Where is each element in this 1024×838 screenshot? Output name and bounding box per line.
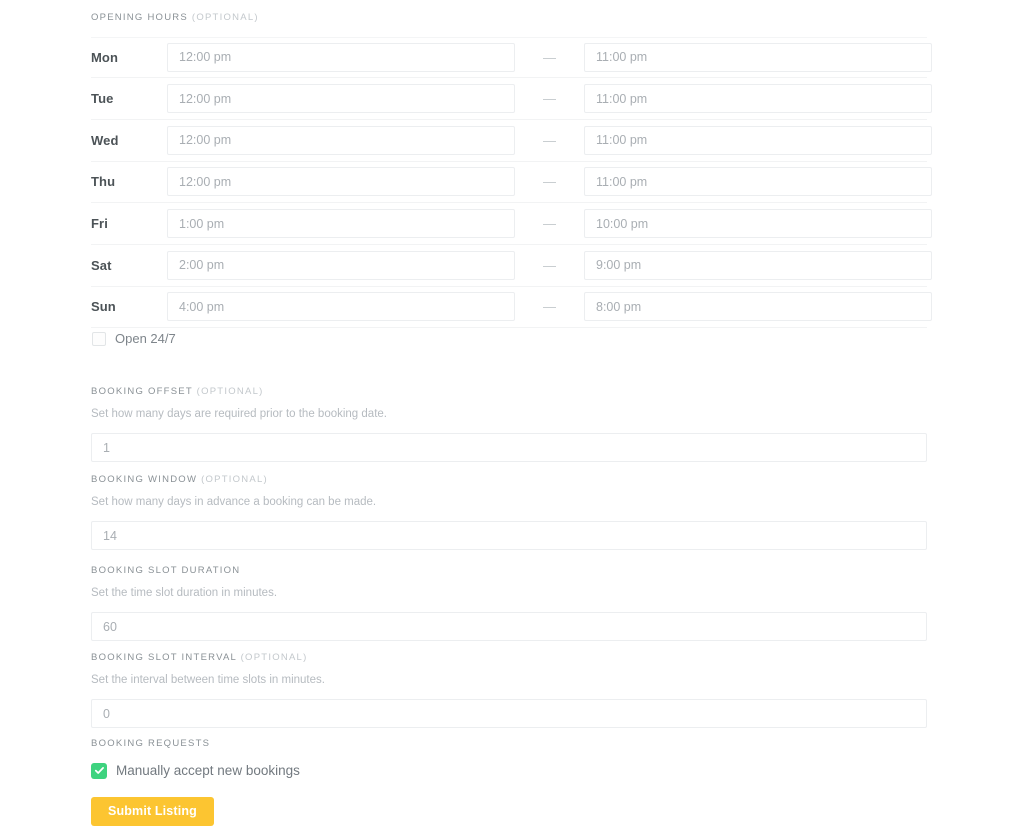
time-range-dash: — [543,174,556,190]
close-time-input-fri[interactable] [584,209,932,239]
table-row: Sun — [91,287,932,329]
booking-slot-duration-label: BOOKING SLOT DURATION [91,566,927,576]
open-time-input-sat[interactable] [167,250,515,280]
checkbox-checked-icon[interactable] [91,762,107,779]
day-label-fri: Fri [91,216,108,232]
time-range-dash: — [543,49,556,65]
booking-window-input[interactable] [91,521,927,550]
open-time-input-tue[interactable] [167,84,515,114]
opening-hours-section: OPENING HOURS (OPTIONAL) Mon — Tue — Wed… [91,13,932,329]
day-label-sat: Sat [91,257,112,273]
booking-settings-form: OPENING HOURS (OPTIONAL) Mon — Tue — Wed… [0,0,1024,838]
booking-offset-section: BOOKING OFFSET (OPTIONAL) Set how many d… [91,387,927,462]
day-label-mon: Mon [91,49,119,65]
booking-slot-interval-input[interactable] [91,699,927,728]
table-row: Fri — [91,203,932,245]
booking-offset-help: Set how many days are required prior to … [91,407,387,420]
booking-window-optional-tag: (OPTIONAL) [201,474,268,485]
open-time-input-mon[interactable] [167,42,515,72]
close-time-input-sun[interactable] [584,292,932,322]
close-time-input-thu[interactable] [584,167,932,197]
booking-window-section: BOOKING WINDOW (OPTIONAL) Set how many d… [91,475,927,550]
manually-accept-label: Manually accept new bookings [116,763,300,778]
table-row: Sat — [91,245,932,287]
opening-hours-optional-tag: (OPTIONAL) [191,12,259,23]
booking-offset-label: BOOKING OFFSET (OPTIONAL) [91,387,927,397]
booking-slot-duration-input[interactable] [91,612,927,641]
close-time-input-mon[interactable] [584,42,932,72]
time-range-dash: — [543,132,556,148]
submit-listing-button[interactable]: Submit Listing [91,797,214,826]
booking-offset-input[interactable] [91,433,927,462]
time-range-dash: — [543,91,556,107]
opening-hours-label: OPENING HOURS (OPTIONAL) [91,13,927,23]
close-time-input-tue[interactable] [584,84,932,114]
booking-slot-duration-help: Set the time slot duration in minutes. [91,586,278,599]
booking-offset-optional-tag: (OPTIONAL) [196,386,264,397]
booking-window-label-text: BOOKING WINDOW [91,474,198,485]
booking-slot-interval-section: BOOKING SLOT INTERVAL (OPTIONAL) Set the… [91,653,927,728]
opening-hours-label-text: OPENING HOURS [91,12,189,23]
opening-hours-rows: Mon — Tue — Wed — Thu — [91,36,932,329]
booking-offset-label-text: BOOKING OFFSET [91,386,193,397]
booking-window-label: BOOKING WINDOW (OPTIONAL) [91,475,927,485]
time-range-dash: — [543,257,556,273]
table-row: Thu — [91,162,932,204]
booking-slot-interval-label: BOOKING SLOT INTERVAL (OPTIONAL) [91,653,927,663]
booking-slot-duration-section: BOOKING SLOT DURATION Set the time slot … [91,566,927,641]
open-247-checkbox-row[interactable]: Open 24/7 [92,331,176,346]
table-row: Mon — [91,36,932,79]
table-row: Wed — [91,120,932,162]
booking-slot-interval-label-text: BOOKING SLOT INTERVAL [91,652,237,663]
open-247-label: Open 24/7 [115,331,176,346]
day-label-wed: Wed [91,132,119,148]
open-time-input-thu[interactable] [167,167,515,197]
checkbox-unchecked-icon[interactable] [92,331,106,346]
booking-slot-interval-help: Set the interval between time slots in m… [91,673,325,686]
time-range-dash: — [543,299,556,315]
time-range-dash: — [543,216,556,232]
table-row: Tue — [91,78,932,120]
close-time-input-wed[interactable] [584,125,932,155]
booking-requests-label: BOOKING REQUESTS [91,738,211,749]
manually-accept-checkbox-row[interactable]: Manually accept new bookings [91,762,927,779]
booking-requests-section: BOOKING REQUESTS Manually accept new boo… [91,739,927,779]
day-label-sun: Sun [91,299,116,315]
booking-window-help: Set how many days in advance a booking c… [91,495,377,508]
open-time-input-sun[interactable] [167,292,515,322]
booking-slot-interval-optional-tag: (OPTIONAL) [240,652,308,663]
close-time-input-sat[interactable] [584,250,932,280]
open-time-input-wed[interactable] [167,125,515,155]
booking-slot-duration-label-text: BOOKING SLOT DURATION [91,565,241,576]
day-label-thu: Thu [91,174,116,190]
day-label-tue: Tue [91,91,114,107]
open-time-input-fri[interactable] [167,209,515,239]
